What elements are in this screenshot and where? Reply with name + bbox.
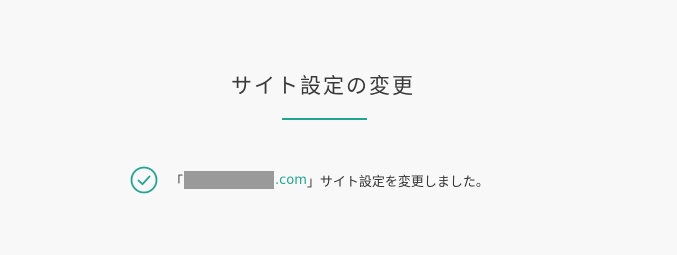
domain-suffix: .com xyxy=(275,172,307,188)
check-circle-icon xyxy=(130,166,158,194)
redacted-domain xyxy=(184,171,275,189)
page-title: サイト設定の変更 xyxy=(231,74,415,98)
message-text: 「 .com 」サイト設定を変更しました。 xyxy=(170,171,489,190)
page: サイト設定の変更 「 .com 」サイト設定を変更しました。 xyxy=(0,0,677,255)
open-bracket: 「 xyxy=(170,174,184,190)
title-underline xyxy=(282,118,367,120)
success-message: 「 .com 」サイト設定を変更しました。 xyxy=(130,165,489,195)
message-body: 」サイト設定を変更しました。 xyxy=(306,174,489,190)
